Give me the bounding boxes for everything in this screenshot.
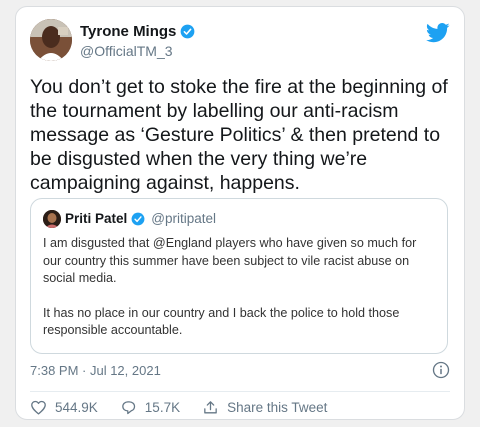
reply-button[interactable]: 15.7K: [120, 399, 180, 416]
heart-icon: [31, 400, 46, 415]
quoted-author-avatar: [43, 210, 61, 228]
twitter-bird-icon[interactable]: [426, 23, 450, 43]
verified-badge-icon: [131, 212, 145, 225]
quoted-author-row: Priti Patel @pritipatel: [65, 211, 216, 226]
tweet-actions: 544.9K 15.7K Share this Tweet: [30, 399, 349, 416]
author-handle[interactable]: @OfficialTM_3: [80, 43, 173, 59]
quoted-author-name: Priti Patel: [65, 211, 128, 226]
quoted-paragraph: I am disgusted that @England players who…: [43, 236, 417, 285]
author-name[interactable]: Tyrone Mings: [80, 23, 176, 40]
actions-divider: [30, 391, 450, 392]
share-icon: [204, 401, 217, 414]
quoted-paragraph: It has no place in our country and I bac…: [43, 305, 400, 338]
verified-badge-icon: [181, 24, 195, 39]
author-name-row: Tyrone Mings: [80, 23, 195, 40]
like-count: 544.9K: [55, 400, 98, 415]
share-label: Share this Tweet: [227, 400, 328, 415]
author-avatar[interactable]: [30, 19, 72, 61]
share-button[interactable]: Share this Tweet: [202, 399, 327, 416]
reply-count: 15.7K: [144, 400, 181, 415]
quoted-tweet[interactable]: Priti Patel @pritipatel I am disgusted t…: [30, 198, 448, 354]
tweet-timestamp[interactable]: 7:38 PM · Jul 12, 2021: [30, 363, 161, 378]
tweet-text: You don’t get to stoke the fire at the b…: [30, 76, 448, 194]
quoted-tweet-text: I am disgusted that @England players who…: [43, 235, 437, 340]
like-button[interactable]: 544.9K: [30, 399, 98, 416]
tweet-card: Tyrone Mings @OfficialTM_3 You don’t get…: [15, 6, 465, 420]
quoted-author-handle: @pritipatel: [151, 211, 217, 226]
reply-icon: [121, 401, 135, 415]
info-icon[interactable]: [432, 361, 450, 379]
